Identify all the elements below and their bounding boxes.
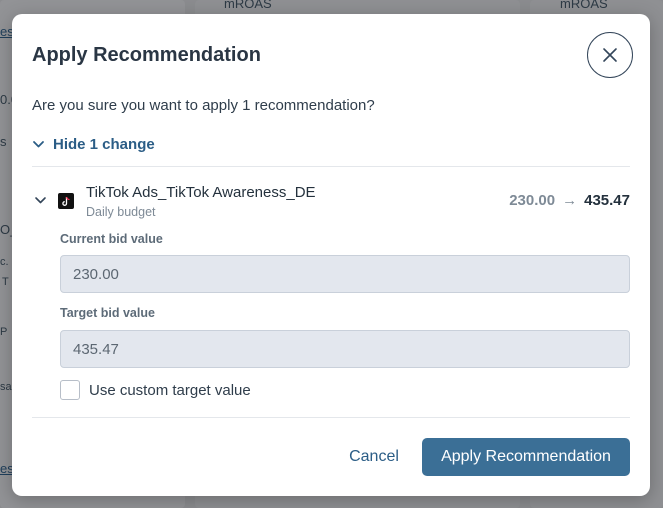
new-value: 435.47 [584,192,630,209]
hide-changes-toggle[interactable]: Hide 1 change [32,136,155,153]
old-value: 230.00 [509,192,556,209]
current-bid-field: 230.00 [60,255,630,293]
campaign-name: TikTok Ads_TikTok Awareness_DE [86,184,316,201]
bg-mroas-label: mROAS [224,0,272,11]
divider [32,166,630,167]
bg-fragment: P [0,326,8,338]
close-icon [603,48,617,62]
bg-mroas-label: mROAS [560,0,608,11]
tiktok-icon [58,193,74,209]
bg-fragment: c. [0,256,9,268]
divider [32,417,630,418]
cancel-button[interactable]: Cancel [338,438,410,476]
close-button[interactable] [587,32,633,78]
confirmation-question: Are you sure you want to apply 1 recomme… [32,97,375,114]
apply-recommendation-button[interactable]: Apply Recommendation [422,438,630,476]
toggle-label: Hide 1 change [53,136,155,153]
custom-target-checkbox[interactable] [60,380,80,400]
change-row: TikTok Ads_TikTok Awareness_DE Daily bud… [32,182,630,222]
apply-recommendation-dialog: Apply Recommendation Are you sure you wa… [12,14,650,496]
arrow-right-icon: → [562,192,578,209]
change-type: Daily budget [86,205,156,219]
bg-fragment: s [0,134,7,149]
chevron-down-icon[interactable] [34,194,47,207]
target-bid-field: 435.47 [60,330,630,368]
current-bid-label: Current bid value [60,232,163,246]
value-change: 230.00 → 435.47 [509,192,630,209]
target-bid-label: Target bid value [60,306,155,320]
custom-target-label: Use custom target value [89,381,251,399]
chevron-down-icon [33,141,44,148]
bg-fragment: T [2,276,9,288]
dialog-title: Apply Recommendation [32,44,261,66]
bg-fragment: sa [0,381,12,393]
custom-target-option: Use custom target value [60,380,251,400]
